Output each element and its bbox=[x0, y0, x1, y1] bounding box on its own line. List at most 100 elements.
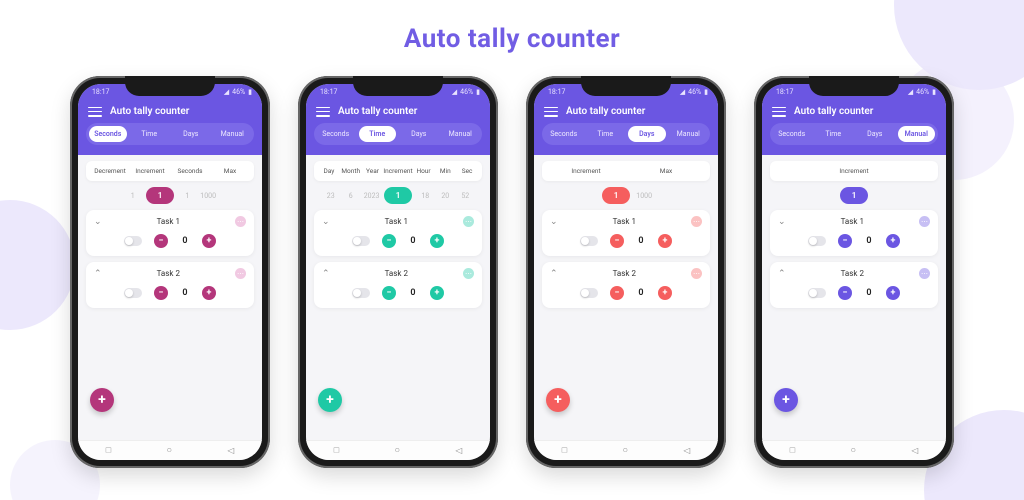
tab-time[interactable]: Time bbox=[131, 126, 169, 142]
task-title: Task 2 bbox=[157, 269, 180, 278]
tab-bar: SecondsTimeDaysManual bbox=[770, 123, 938, 145]
decrement-button[interactable]: − bbox=[838, 234, 852, 248]
tab-seconds[interactable]: Seconds bbox=[773, 126, 811, 142]
task-toggle[interactable] bbox=[580, 288, 598, 298]
nav-recent-icon[interactable]: □ bbox=[334, 446, 339, 456]
decrement-button[interactable]: − bbox=[154, 234, 168, 248]
battery-icon: ▮ bbox=[248, 88, 252, 96]
chevron-down-icon[interactable]: ⌄ bbox=[778, 217, 786, 227]
tab-seconds[interactable]: Seconds bbox=[89, 126, 127, 142]
increment-button[interactable]: + bbox=[430, 286, 444, 300]
tab-manual[interactable]: Manual bbox=[670, 126, 708, 142]
nav-back-icon[interactable]: ◁ bbox=[455, 446, 462, 455]
increment-button[interactable]: + bbox=[658, 234, 672, 248]
tab-manual[interactable]: Manual bbox=[214, 126, 252, 142]
fab-add-button[interactable]: + bbox=[90, 388, 114, 412]
column-header: Day bbox=[318, 167, 340, 175]
fab-add-button[interactable]: + bbox=[546, 388, 570, 412]
chevron-up-icon[interactable]: ⌃ bbox=[322, 269, 330, 279]
nav-recent-icon[interactable]: □ bbox=[106, 446, 111, 456]
increment-button[interactable]: + bbox=[202, 286, 216, 300]
chevron-up-icon[interactable]: ⌃ bbox=[550, 269, 558, 279]
increment-button[interactable]: + bbox=[658, 286, 672, 300]
more-icon[interactable]: ⋯ bbox=[919, 268, 930, 279]
increment-pill[interactable]: 1 bbox=[384, 187, 413, 204]
fab-add-button[interactable]: + bbox=[774, 388, 798, 412]
tab-days[interactable]: Days bbox=[856, 126, 894, 142]
increment-button[interactable]: + bbox=[886, 234, 900, 248]
nav-home-icon[interactable]: ○ bbox=[623, 446, 628, 456]
column-header: Year bbox=[362, 167, 384, 175]
task-toggle[interactable] bbox=[352, 236, 370, 246]
chevron-down-icon[interactable]: ⌄ bbox=[322, 217, 330, 227]
task-card: ⌃ Task 2 ⋯ − 0 + bbox=[86, 262, 254, 308]
chevron-up-icon[interactable]: ⌃ bbox=[778, 269, 786, 279]
task-toggle[interactable] bbox=[580, 236, 598, 246]
tab-days[interactable]: Days bbox=[400, 126, 438, 142]
setting-row: 1 bbox=[770, 187, 938, 204]
nav-home-icon[interactable]: ○ bbox=[395, 446, 400, 456]
tab-manual[interactable]: Manual bbox=[442, 126, 480, 142]
chevron-down-icon[interactable]: ⌄ bbox=[550, 217, 558, 227]
fab-add-button[interactable]: + bbox=[318, 388, 342, 412]
tab-days[interactable]: Days bbox=[628, 126, 666, 142]
more-icon[interactable]: ⋯ bbox=[463, 216, 474, 227]
nav-home-icon[interactable]: ○ bbox=[851, 446, 856, 456]
more-icon[interactable]: ⋯ bbox=[691, 268, 702, 279]
nav-back-icon[interactable]: ◁ bbox=[683, 446, 690, 455]
app-title: Auto tally counter bbox=[338, 106, 417, 117]
increment-pill[interactable]: 1 bbox=[602, 187, 631, 204]
status-bar: 18:17 ◢46%▮ bbox=[306, 84, 490, 100]
tab-time[interactable]: Time bbox=[587, 126, 625, 142]
task-toggle[interactable] bbox=[124, 288, 142, 298]
increment-button[interactable]: + bbox=[202, 234, 216, 248]
decrement-button[interactable]: − bbox=[610, 286, 624, 300]
increment-button[interactable]: + bbox=[430, 234, 444, 248]
page-title: Auto tally counter bbox=[0, 0, 1024, 54]
decrement-button[interactable]: − bbox=[154, 286, 168, 300]
tab-bar: SecondsTimeDaysManual bbox=[314, 123, 482, 145]
task-title: Task 1 bbox=[613, 217, 636, 226]
chevron-down-icon[interactable]: ⌄ bbox=[94, 217, 102, 227]
tab-seconds[interactable]: Seconds bbox=[317, 126, 355, 142]
menu-icon[interactable] bbox=[772, 107, 786, 117]
more-icon[interactable]: ⋯ bbox=[235, 268, 246, 279]
decrement-button[interactable]: − bbox=[610, 234, 624, 248]
task-card: ⌄ Task 1 ⋯ − 0 + bbox=[314, 210, 482, 256]
decrement-button[interactable]: − bbox=[382, 286, 396, 300]
task-card: ⌄ Task 1 ⋯ − 0 + bbox=[542, 210, 710, 256]
task-toggle[interactable] bbox=[808, 288, 826, 298]
nav-recent-icon[interactable]: □ bbox=[790, 446, 795, 456]
nav-recent-icon[interactable]: □ bbox=[562, 446, 567, 456]
task-toggle[interactable] bbox=[808, 236, 826, 246]
task-title: Task 2 bbox=[385, 269, 408, 278]
more-icon[interactable]: ⋯ bbox=[235, 216, 246, 227]
decrement-button[interactable]: − bbox=[838, 286, 852, 300]
nav-home-icon[interactable]: ○ bbox=[167, 446, 172, 456]
tab-time[interactable]: Time bbox=[815, 126, 853, 142]
decrement-button[interactable]: − bbox=[382, 234, 396, 248]
tab-days[interactable]: Days bbox=[172, 126, 210, 142]
nav-back-icon[interactable]: ◁ bbox=[227, 446, 234, 455]
status-time: 18:17 bbox=[776, 88, 793, 96]
task-toggle[interactable] bbox=[124, 236, 142, 246]
task-toggle[interactable] bbox=[352, 288, 370, 298]
android-navbar: □ ○ ◁ bbox=[306, 440, 490, 460]
tab-time[interactable]: Time bbox=[359, 126, 397, 142]
tab-bar: SecondsTimeDaysManual bbox=[542, 123, 710, 145]
app-title: Auto tally counter bbox=[110, 106, 189, 117]
tab-manual[interactable]: Manual bbox=[898, 126, 936, 142]
more-icon[interactable]: ⋯ bbox=[691, 216, 702, 227]
menu-icon[interactable] bbox=[88, 107, 102, 117]
tab-seconds[interactable]: Seconds bbox=[545, 126, 583, 142]
menu-icon[interactable] bbox=[544, 107, 558, 117]
increment-button[interactable]: + bbox=[886, 286, 900, 300]
task-title: Task 1 bbox=[385, 217, 408, 226]
chevron-up-icon[interactable]: ⌃ bbox=[94, 269, 102, 279]
more-icon[interactable]: ⋯ bbox=[463, 268, 474, 279]
increment-pill[interactable]: 1 bbox=[146, 187, 175, 204]
menu-icon[interactable] bbox=[316, 107, 330, 117]
more-icon[interactable]: ⋯ bbox=[919, 216, 930, 227]
increment-pill[interactable]: 1 bbox=[840, 187, 869, 204]
nav-back-icon[interactable]: ◁ bbox=[911, 446, 918, 455]
